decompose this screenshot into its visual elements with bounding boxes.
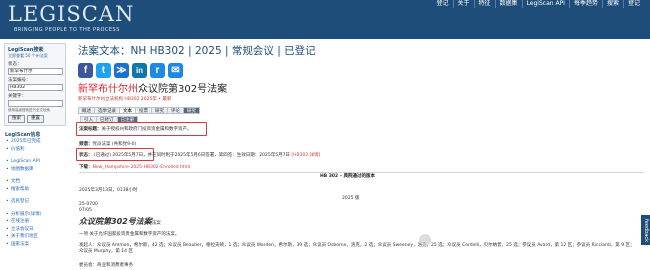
summary-label: 法案标题： xyxy=(79,127,102,132)
document-committee: 委员会：商业和消费者事务 xyxy=(79,263,133,268)
nav-item[interactable]: 搜索 xyxy=(601,0,623,8)
document-heading: 众议院第302号法案法案 xyxy=(79,216,161,227)
keyword-input[interactable] xyxy=(8,100,63,107)
document-heading-suffix: 法案 xyxy=(151,221,161,226)
document-sponsors: 发起人：众议员 Ammon，希尔斯，42 选；众议员 Beaulier，格拉夫顿… xyxy=(79,243,635,254)
logo-text: LEGISCAN xyxy=(8,2,135,26)
bill-tabs: 概述 选举记录 文本 投票 研究 评论 研究 xyxy=(78,107,643,114)
tab-comments[interactable]: 评论 xyxy=(167,107,183,114)
bill-detail-link[interactable]: [HB302 详情] xyxy=(291,153,320,158)
sidebar: LegiScan搜索 立即查看 50 个州法案 状态： 新罕布什尔 法案编号： … xyxy=(4,43,66,253)
sidebar-link[interactable]: 选民登记 xyxy=(6,198,64,206)
tab-votes-record[interactable]: 选举记录 xyxy=(94,107,119,114)
status-label: 状态： xyxy=(79,153,93,158)
loading-indicator xyxy=(419,234,431,246)
document-code-2: 07/05 xyxy=(79,208,92,213)
search-panel-title: LegiScan搜索 xyxy=(8,47,44,53)
status-rest: ，并在同时附于2025年5月6日签署，第四签：生效日期：2025年5月7日 xyxy=(143,153,290,158)
state-select[interactable]: 新罕布什尔 xyxy=(8,68,63,75)
search-panel-subtitle[interactable]: 立即查看 50 个州法案 xyxy=(8,53,62,59)
tab-text[interactable]: 文本 xyxy=(119,107,135,114)
reddit-icon[interactable]: r xyxy=(150,63,165,78)
tab-overview[interactable]: 概述 xyxy=(78,107,94,114)
bill-number-label: 法案编号： xyxy=(8,78,31,83)
document-heading-text: 众议院第302号法案 xyxy=(79,217,152,226)
summary-line: 法案标题：关于授权州和政府门投资资金属和数字资产。 xyxy=(79,126,192,132)
nav-item[interactable]: 登记 xyxy=(433,0,453,8)
sidebar-link[interactable]: 立法会议日 xyxy=(6,226,64,234)
spectrum-text: 党派法案 (共和党9-0) xyxy=(92,142,137,147)
document-title: HB 302 – 典院通过的版本 xyxy=(320,174,376,179)
top-navigation: 登记 关于 特征 数据集 LegiScan API 每季趋势 搜索 登记 xyxy=(433,0,645,8)
info-panel-title: LegiScan信息 xyxy=(5,132,41,138)
reset-button[interactable]: 重置 xyxy=(27,115,44,123)
status-value: (已通过) xyxy=(93,153,111,158)
sidebar-link[interactable]: 国家法案 xyxy=(6,241,64,249)
spectrum-label: 频谱： xyxy=(79,142,93,147)
tab-research-2[interactable]: 研究 xyxy=(183,107,200,114)
state-label: 状态： xyxy=(8,62,22,67)
document-intro: 一项 关于允许国家投资贵金属和数字资产的法案。 xyxy=(79,232,180,237)
sidebar-link[interactable]: 在线注册 xyxy=(6,218,64,226)
sidebar-link[interactable]: 地图数据库 xyxy=(6,166,64,174)
info-panel: LegiScan信息 2025年已完成 价值利 LegiScan API 地图数… xyxy=(4,130,66,249)
sidebar-link[interactable]: LegiScan API xyxy=(6,158,64,166)
nav-item[interactable]: 每季趋势 xyxy=(568,0,602,8)
search-button[interactable]: 搜索 xyxy=(8,115,25,123)
nav-item[interactable]: LegiScan API xyxy=(521,0,569,8)
sidebar-link[interactable]: 文档 xyxy=(6,178,64,186)
keyword-label: 关键字： xyxy=(8,94,26,99)
document-year: 2025 版 xyxy=(342,196,360,201)
info-links: 2025年已完成 价值利 LegiScan API 地图数据库 文档 搜索帮助 … xyxy=(5,138,65,248)
bill-number-input[interactable]: HB302 xyxy=(8,84,63,91)
status-line: 状态： (已通过) 2025年5月7日，并在同时附于2025年5月6日签署，第四… xyxy=(79,152,320,158)
search-buttons: 搜索 重置 xyxy=(8,115,62,123)
status-date: 2025年5月7日 xyxy=(112,153,144,158)
bill-name: 众议院第302号法案 xyxy=(138,84,228,95)
download-label: 下载： xyxy=(79,165,93,170)
sidebar-link[interactable]: 分析展示(详情) xyxy=(6,211,64,219)
download-link[interactable]: New_Hampshire-2025-HB302-Enrolled.html xyxy=(93,165,191,170)
sidebar-link[interactable]: 关于我们地区 xyxy=(6,233,64,241)
download-line: 下载：New_Hampshire-2025-HB302-Enrolled.htm… xyxy=(79,164,190,170)
spectrum-line: 频谱：党派法案 (共和党9-0) xyxy=(79,141,136,147)
summary-text: 关于授权州和政府门投资资金属和数字资产。 xyxy=(101,127,192,132)
logo-tagline: BRINGING PEOPLE TO THE PROCESS xyxy=(14,27,120,33)
site-header: LEGISCAN BRINGING PEOPLE TO THE PROCESS … xyxy=(0,0,650,39)
nav-item[interactable]: 数据集 xyxy=(494,0,522,8)
search-panel: LegiScan搜索 立即查看 50 个州法案 状态： 新罕布什尔 法案编号： … xyxy=(4,43,66,126)
twitter-icon[interactable]: t xyxy=(96,63,111,78)
nav-item[interactable]: 登记 xyxy=(622,0,644,8)
document-code: 25-0700 xyxy=(79,202,98,207)
facebook-icon[interactable]: f xyxy=(78,63,93,78)
document-date: 2025年3月13日，0138小时 xyxy=(79,188,138,193)
page-title: 法案文本：NH HB302 | 2025 | 常规会议 | 已登记 xyxy=(78,45,316,57)
tab-research[interactable]: 研究 xyxy=(151,107,167,114)
social-share-bar: f t ≫ in r ✉ xyxy=(78,63,643,78)
share-icon[interactable]: ≫ xyxy=(114,63,129,78)
nav-item[interactable]: 关于 xyxy=(452,0,474,8)
feedback-tab[interactable]: feedback xyxy=(641,215,650,245)
linkedin-icon[interactable]: in xyxy=(132,63,147,78)
legiscan-logo[interactable]: LEGISCAN BRINGING PEOPLE TO THE PROCESS xyxy=(4,2,139,36)
sidebar-link[interactable]: 价值利 xyxy=(6,146,64,154)
keyword-hint: 使用高级搜索进行全文检索 xyxy=(8,108,50,112)
tab-votes[interactable]: 投票 xyxy=(135,107,151,114)
bill-state[interactable]: 新罕布什尔州 xyxy=(78,84,138,95)
sidebar-link[interactable]: 2025年已完成 xyxy=(6,138,64,146)
nav-item[interactable]: 特征 xyxy=(473,0,495,8)
main-content: 法案文本：NH HB302 | 2025 | 常规会议 | 已登记 f t ≫ … xyxy=(78,43,643,123)
bill-heading: 新罕布什尔州众议院第302号法案 xyxy=(78,80,643,95)
sidebar-link[interactable]: 搜索帮助 xyxy=(6,186,64,194)
bill-subtitle[interactable]: 新罕布什尔州立法机构 HB302 2025年 • 最新 xyxy=(78,96,643,102)
email-icon[interactable]: ✉ xyxy=(168,63,183,78)
